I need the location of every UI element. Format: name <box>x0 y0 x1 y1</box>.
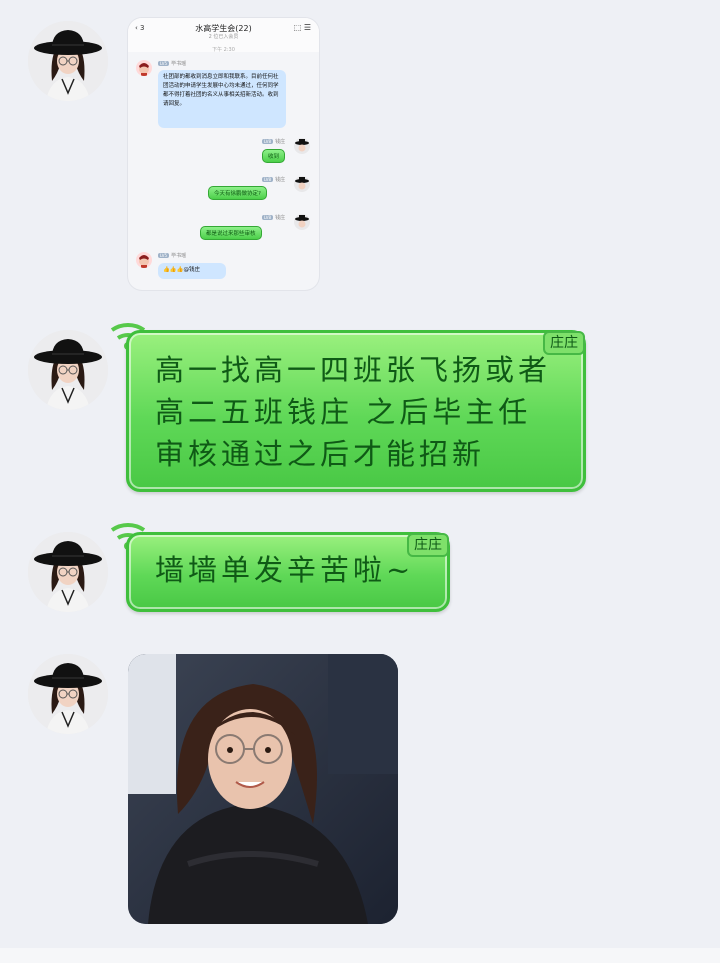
reply1-name: LV8 钱庄 <box>262 139 286 145</box>
announcement-bubble: 社团部的都收到消息立即和我联系。目前任何社团活动的申请学生发展中心均未通过，任何… <box>158 70 286 128</box>
announcer2-name: LV5 毕书瑶 <box>158 253 187 259</box>
announcer-avatar-icon <box>136 60 152 76</box>
message-line-1: 高一找高一四班张飞扬或者 <box>155 353 552 387</box>
reply2-avatar-icon <box>294 176 310 192</box>
reply3-bubble: 都是说过来那些审核 <box>200 226 262 240</box>
embedded-chat-subtitle: 2 位已入会员 <box>208 34 239 40</box>
bottom-bar <box>0 948 720 963</box>
avatar-portrait-icon <box>28 654 108 734</box>
message-line-3: 审核通过之后才能招新 <box>155 437 486 471</box>
sender-avatar[interactable] <box>28 654 108 734</box>
reply2-bubble: 今天有徐鹏做协定? <box>208 186 267 200</box>
avatar-portrait-icon <box>28 21 108 101</box>
sender-avatar[interactable] <box>28 532 108 612</box>
avatar-portrait-icon <box>28 330 108 410</box>
sender-avatar[interactable] <box>28 330 108 410</box>
embedded-menu-icon: ⬚ ☰ <box>293 23 311 32</box>
reply2-name: LV8 钱庄 <box>262 177 286 183</box>
announcer-name: LV5 毕书瑶 <box>158 61 187 67</box>
last-bubble: 👍👍👍@钱庄 <box>158 263 226 279</box>
photo-message[interactable] <box>128 654 398 924</box>
reply1-bubble: 收到 <box>262 149 286 163</box>
embedded-chat-screenshot[interactable]: ‹ 3 水高学生会(22) 2 位已入会员 ⬚ ☰ 下午 2:30 LV5 毕书瑶… <box>128 18 319 290</box>
embedded-time: 下午 2:30 <box>212 47 235 53</box>
message-line-1: 墙墙单发辛苦啦~ <box>155 553 415 587</box>
message-line-2: 高二五班钱庄 之后毕主任 <box>155 395 532 429</box>
message-bubble-large[interactable]: 庄庄 高一找高一四班张飞扬或者 高二五班钱庄 之后毕主任 审核通过之后才能招新 <box>126 330 586 492</box>
reply1-avatar-icon <box>294 138 310 154</box>
message-bubble-small[interactable]: 庄庄 墙墙单发辛苦啦~ <box>126 532 450 612</box>
embedded-chat-header: ‹ 3 水高学生会(22) 2 位已入会员 ⬚ ☰ 下午 2:30 <box>128 18 319 53</box>
sender-avatar[interactable] <box>28 21 108 101</box>
avatar-portrait-icon <box>28 532 108 612</box>
announcer2-avatar-icon <box>136 252 152 268</box>
reply3-avatar-icon <box>294 214 310 230</box>
reply3-name: LV8 钱庄 <box>262 215 286 221</box>
